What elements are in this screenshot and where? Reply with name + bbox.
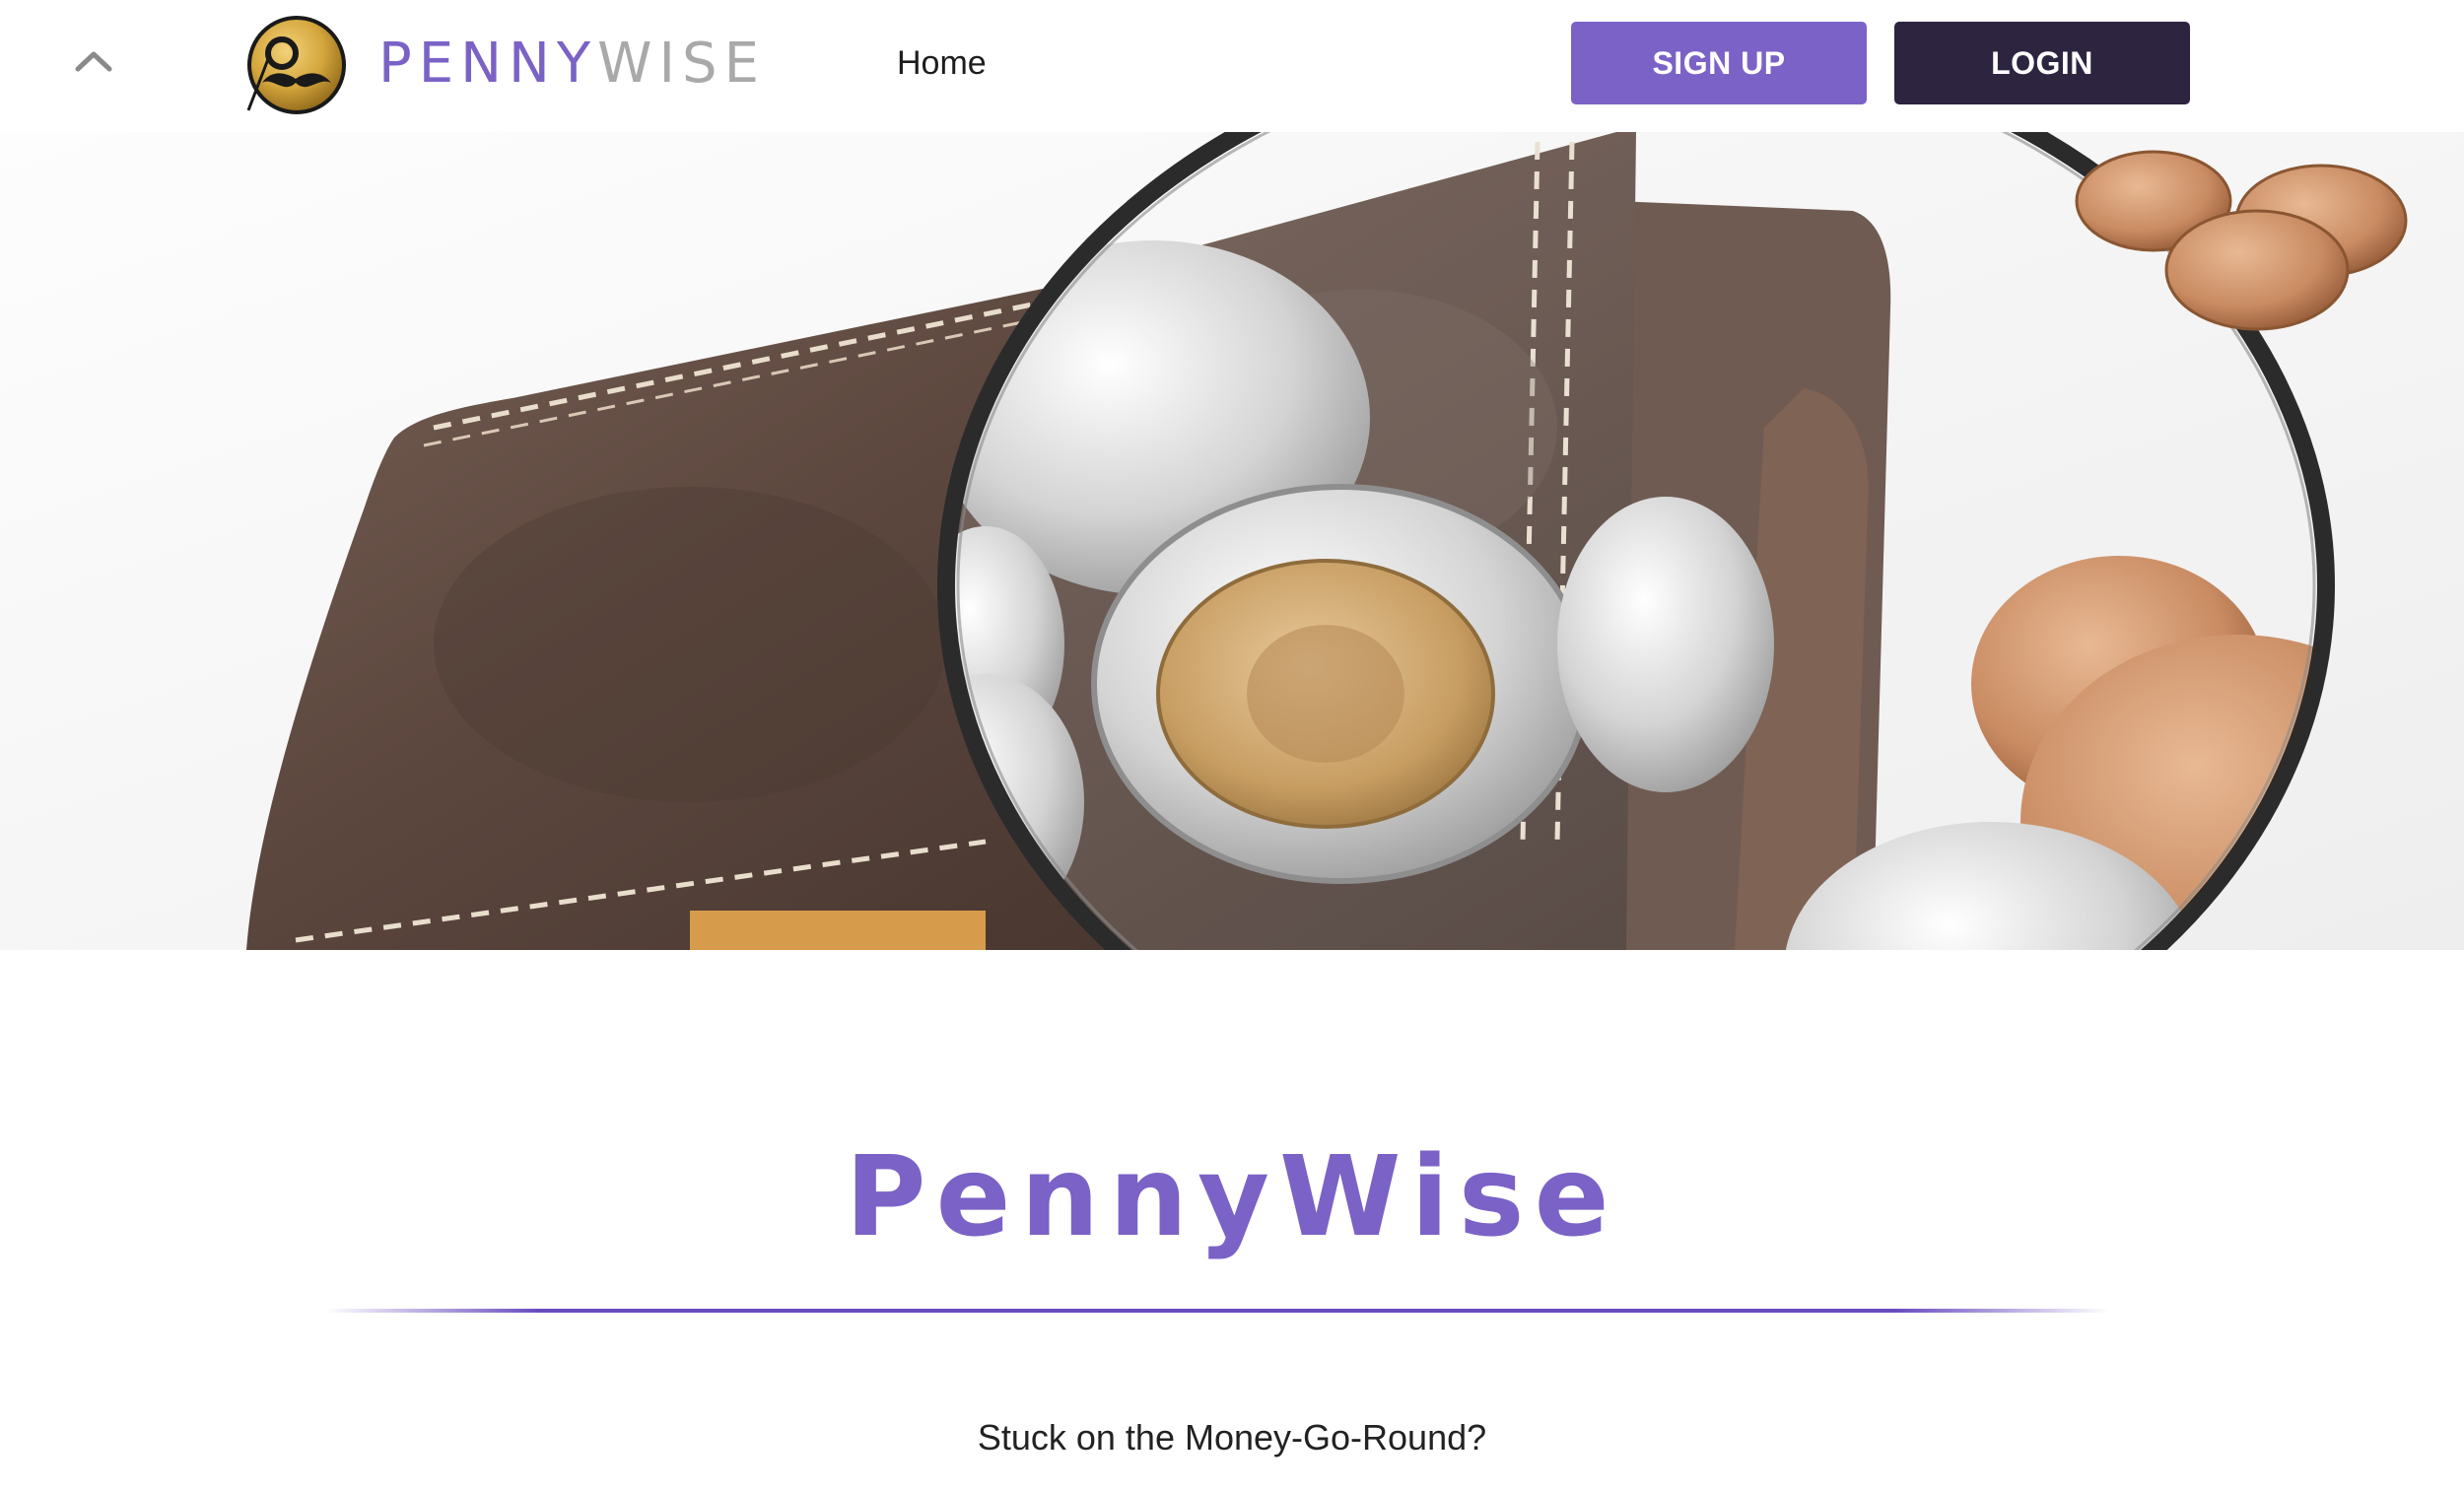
hero-image: [0, 132, 2464, 950]
monocle-mustache-logo-icon[interactable]: [244, 14, 349, 116]
navbar: PENNYWISE Home SIGN UP LOGIN: [0, 0, 2464, 132]
nav-home-link[interactable]: Home: [897, 39, 987, 87]
page: PENNYWISE Home SIGN UP LOGIN PennyWise S…: [0, 0, 2464, 1492]
chevron-up-icon[interactable]: [67, 41, 120, 81]
login-button[interactable]: LOGIN: [1894, 22, 2190, 104]
logo-wise-text: WISE: [597, 32, 766, 96]
sign-up-button[interactable]: SIGN UP: [1571, 22, 1867, 104]
page-title: PennyWise: [845, 1133, 1619, 1261]
logo-penny-text: PENNY: [378, 32, 598, 96]
logo-wordmark[interactable]: PENNYWISE: [378, 32, 766, 97]
title-divider: [325, 1309, 2109, 1313]
tagline-text: Stuck on the Money-Go-Round?: [977, 1417, 1487, 1458]
